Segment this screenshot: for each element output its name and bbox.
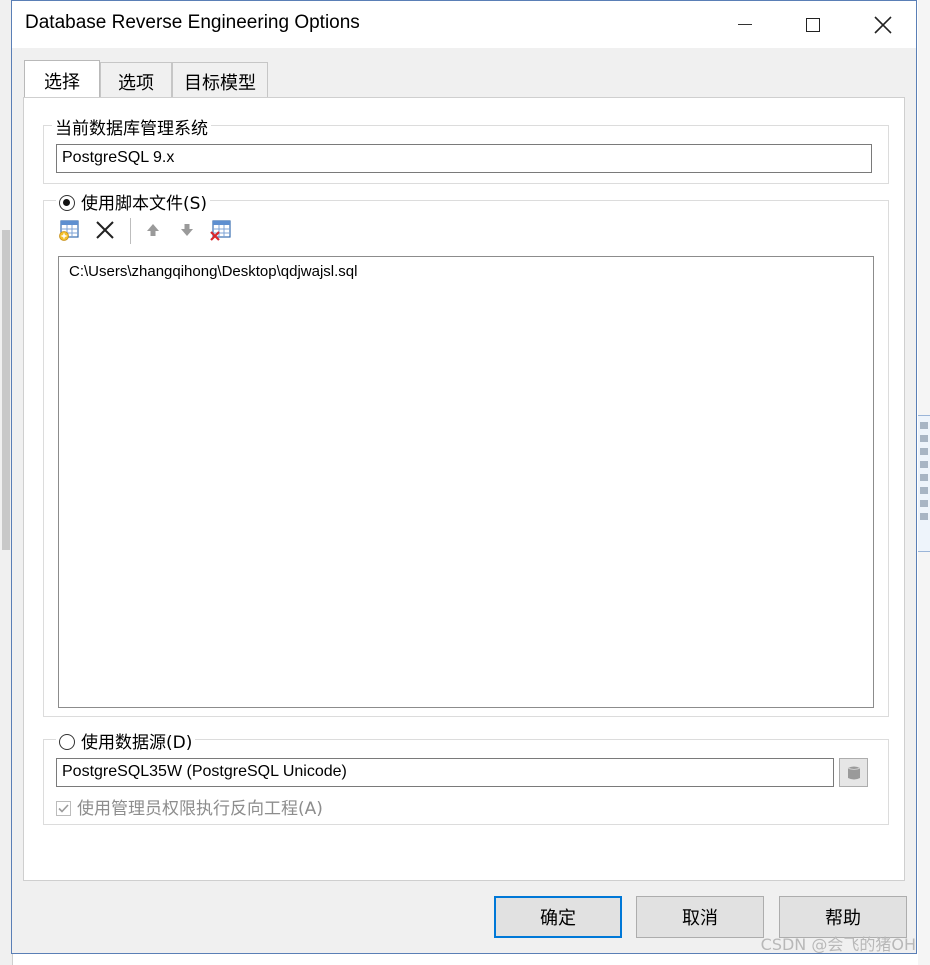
reverse-engineering-dialog: Database Reverse Engineering Options 选择 … — [11, 0, 917, 954]
script-file-group: 使用脚本文件(S) C:\Users\zhangqihong\Desktop\q… — [43, 189, 889, 717]
delete-icon — [96, 221, 114, 239]
background-code-panel — [918, 415, 930, 552]
clear-list-icon — [210, 220, 231, 241]
delete-button[interactable] — [93, 218, 117, 242]
ok-button[interactable]: 确定 — [494, 896, 622, 938]
datasource-browse-button[interactable] — [839, 758, 868, 787]
title-bar[interactable]: Database Reverse Engineering Options — [12, 1, 916, 48]
dialog-title: Database Reverse Engineering Options — [25, 12, 360, 33]
close-button[interactable] — [860, 1, 906, 48]
clear-list-button[interactable] — [209, 218, 233, 242]
move-down-button[interactable] — [175, 218, 199, 242]
use-datasource-radio[interactable]: 使用数据源(D) — [56, 728, 196, 753]
toolbar-separator — [130, 218, 131, 244]
add-file-icon — [59, 220, 79, 241]
admin-checkbox-box[interactable] — [56, 801, 71, 816]
dbms-group: 当前数据库管理系统 PostgreSQL 9.x — [43, 114, 889, 184]
tab-options[interactable]: 选项 — [100, 62, 172, 97]
admin-checkbox-label: 使用管理员权限执行反向工程(A) — [77, 799, 323, 819]
background-scrollbar — [2, 230, 10, 550]
dbms-field: PostgreSQL 9.x — [56, 144, 872, 173]
maximize-icon — [806, 17, 820, 32]
list-item[interactable]: C:\Users\zhangqihong\Desktop\qdjwajsl.sq… — [69, 263, 357, 280]
close-icon — [874, 15, 892, 34]
script-radio-indicator[interactable] — [59, 195, 75, 211]
add-file-button[interactable] — [57, 218, 81, 242]
tab-panel: 当前数据库管理系统 PostgreSQL 9.x 使用脚本文件(S) C:\Us… — [23, 97, 905, 881]
datasource-group: 使用数据源(D) PostgreSQL35W (PostgreSQL Unico… — [43, 728, 889, 825]
admin-checkbox[interactable]: 使用管理员权限执行反向工程(A) — [56, 794, 323, 819]
datasource-radio-indicator[interactable] — [59, 734, 75, 750]
minimize-button[interactable] — [722, 1, 768, 48]
script-toolbar — [57, 218, 257, 244]
maximize-button[interactable] — [790, 1, 836, 48]
move-up-icon — [147, 224, 159, 236]
tab-selection[interactable]: 选择 — [24, 60, 100, 97]
checkmark-icon — [58, 804, 69, 813]
background-app-right-edge — [918, 0, 930, 965]
move-up-button[interactable] — [141, 218, 165, 242]
use-script-radio[interactable]: 使用脚本文件(S) — [56, 189, 211, 214]
cancel-button[interactable]: 取消 — [636, 896, 764, 938]
database-icon — [847, 766, 860, 779]
script-file-list[interactable]: C:\Users\zhangqihong\Desktop\qdjwajsl.sq… — [58, 256, 874, 708]
use-script-label: 使用脚本文件(S) — [81, 194, 208, 214]
tab-target-model[interactable]: 目标模型 — [172, 62, 268, 97]
dbms-legend: 当前数据库管理系统 — [52, 114, 211, 139]
use-datasource-label: 使用数据源(D) — [81, 733, 193, 753]
move-down-icon — [181, 224, 193, 236]
datasource-field[interactable]: PostgreSQL35W (PostgreSQL Unicode) — [56, 758, 834, 787]
watermark: CSDN @会飞的猪OH — [760, 935, 916, 954]
minimize-icon — [738, 24, 752, 25]
